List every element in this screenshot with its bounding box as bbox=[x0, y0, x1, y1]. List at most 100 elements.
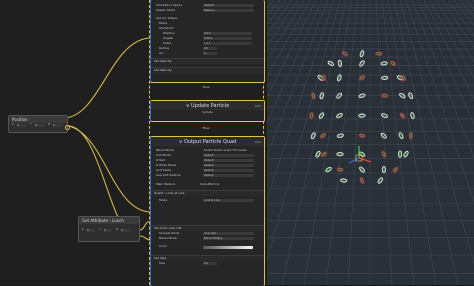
particle-ring bbox=[341, 179, 346, 182]
particle-ring bbox=[320, 151, 328, 157]
position-x-label: X bbox=[12, 123, 14, 126]
particle-ring bbox=[325, 166, 332, 173]
color-row-2[interactable]: Color bbox=[151, 244, 264, 249]
init-row-9[interactable]: Arc 0 bbox=[151, 51, 264, 56]
output-row-dropdown[interactable]: Default bbox=[203, 169, 254, 172]
particle-ring bbox=[358, 113, 366, 118]
output-particle-quad-context[interactable]: ∨ Output Particle Quad GPU Blend Mode Ena… bbox=[150, 136, 265, 286]
color-row-label: Blend Mode bbox=[159, 236, 177, 240]
particle-ring bbox=[359, 166, 365, 173]
update-particle-title: ∨ Update Particle bbox=[151, 101, 264, 110]
particle-ring bbox=[359, 177, 365, 184]
position-x-field[interactable]: 0 bbox=[17, 124, 27, 127]
size-field[interactable]: 0.1 bbox=[203, 262, 217, 265]
init-row-1[interactable]: Spawn Mode Balance bbox=[151, 8, 264, 13]
update-gpu-tag: GPU bbox=[254, 104, 261, 108]
scene-viewport[interactable] bbox=[267, 0, 474, 285]
init-row-label: Spawn Mode bbox=[156, 8, 176, 12]
output-row-dropdown[interactable]: Default bbox=[203, 174, 254, 177]
particle-ring bbox=[340, 178, 348, 183]
main-texture-label: Main Texture bbox=[156, 182, 176, 186]
particle-ring bbox=[318, 112, 325, 119]
main-texture-row[interactable]: Main Texture DefaultParticle bbox=[151, 182, 264, 187]
particle-ring bbox=[315, 150, 321, 158]
orient-block[interactable]: Orient : Look at Line bbox=[151, 190, 264, 196]
output-gpu-tag: GPU bbox=[254, 140, 261, 144]
position-y-field[interactable]: 0 bbox=[35, 124, 45, 127]
color-row-label: Color bbox=[159, 244, 167, 248]
color-row-dropdown[interactable]: Over Life bbox=[203, 232, 254, 235]
init-row-dropdown[interactable]: Default bbox=[203, 4, 254, 7]
output-row-5[interactable]: Use Soft Particle Default bbox=[151, 173, 264, 178]
context-accent bbox=[150, 101, 151, 121]
size-row[interactable]: Size 0.1 bbox=[151, 261, 264, 266]
particle-ring bbox=[337, 153, 343, 156]
particle-ring bbox=[410, 112, 415, 120]
output-row-toggle[interactable]: Enable Shader Graph VFX Assets bbox=[203, 149, 254, 152]
particle-ring bbox=[359, 50, 365, 58]
init-vector-field[interactable]: 0 90 0 bbox=[203, 37, 252, 40]
flow-label-bottom: Flow bbox=[202, 126, 210, 130]
size-label: Size bbox=[159, 261, 166, 265]
particle-ring bbox=[382, 167, 386, 172]
particle-ring bbox=[338, 61, 342, 66]
initialize-context[interactable]: Simulation Space Default Spawn Mode Balanc… bbox=[150, 0, 265, 83]
set-velocity-block-2[interactable]: Set Velocity bbox=[151, 67, 264, 73]
getattr-x-label: X bbox=[82, 228, 84, 231]
particle-ring bbox=[381, 150, 387, 158]
init-number-field[interactable]: 0 bbox=[203, 52, 217, 55]
update-row: Update bbox=[202, 110, 213, 114]
particle-ring bbox=[380, 61, 388, 66]
get-attribute-node[interactable]: Get Attribute : Lunch X 0 Y 0 Z 0 bbox=[78, 216, 140, 242]
position-node[interactable]: Position X 0 Y 0 Z 0 bbox=[8, 115, 70, 133]
particle-ring bbox=[392, 166, 399, 173]
particle-ring bbox=[398, 132, 404, 140]
output-row-dropdown[interactable]: Default bbox=[203, 154, 254, 157]
particle-ring bbox=[381, 165, 386, 174]
update-particle-context[interactable]: ∨ Update Particle GPU Update bbox=[150, 100, 265, 122]
orient-mode-dropdown[interactable]: Look at Line bbox=[203, 199, 254, 202]
position-node-title: Position bbox=[9, 116, 67, 123]
particle-ring bbox=[381, 75, 389, 80]
particle-ring bbox=[399, 112, 406, 119]
init-row-label: Arc bbox=[159, 51, 164, 55]
orient-mode-label: Mode bbox=[159, 198, 168, 202]
particle-ring bbox=[398, 152, 402, 157]
particle-ring bbox=[336, 167, 344, 172]
output-row-dropdown[interactable]: Default bbox=[203, 159, 254, 162]
getattr-z-label: Z bbox=[116, 228, 118, 231]
position-z-field[interactable]: 0 bbox=[53, 124, 63, 127]
update-title-text: Update Particle bbox=[191, 103, 230, 109]
output-title-text: Output Particle Quad bbox=[183, 139, 237, 145]
get-attribute-title: Get Attribute : Lunch bbox=[79, 217, 139, 224]
getattr-y-field[interactable]: 0 bbox=[104, 229, 112, 232]
position-z-label: Z bbox=[48, 123, 50, 126]
main-texture-field[interactable]: DefaultParticle bbox=[199, 183, 250, 186]
init-number-field[interactable]: 0.5 bbox=[203, 47, 217, 50]
color-gradient-field[interactable] bbox=[203, 245, 253, 249]
output-context-title: ∨ Output Particle Quad bbox=[151, 137, 264, 146]
position-y-label: Y bbox=[30, 123, 32, 126]
scene-grid bbox=[267, 0, 474, 285]
init-row-dropdown[interactable]: Balance bbox=[203, 9, 254, 12]
init-vector-field[interactable]: 1 1 1 bbox=[203, 42, 252, 45]
particle-ring bbox=[359, 114, 365, 117]
output-row-dropdown[interactable]: Default bbox=[203, 164, 254, 167]
vfx-graph-canvas[interactable]: Position X 0 Y 0 Z 0 Get Attribute : Lun… bbox=[0, 0, 267, 286]
particle-ring bbox=[358, 133, 366, 138]
particle-ring bbox=[403, 150, 409, 158]
flow-label-top: Flow bbox=[202, 85, 210, 89]
getattr-x-field[interactable]: 0 bbox=[87, 229, 95, 232]
position-output-port[interactable] bbox=[65, 125, 70, 130]
getattr-z-field[interactable]: 0 bbox=[121, 229, 129, 232]
init-vector-field[interactable]: 0 0 0 bbox=[203, 32, 252, 35]
output-row-label: Use Soft Particle bbox=[156, 173, 181, 177]
getattr-y-label: Y bbox=[99, 228, 101, 231]
particle-ring bbox=[309, 111, 314, 120]
particle-ring bbox=[336, 113, 343, 119]
particle-ring bbox=[398, 150, 403, 158]
color-row-dropdown[interactable]: Blend Multiply bbox=[203, 237, 254, 240]
particle-ring bbox=[310, 113, 313, 118]
color-row-1[interactable]: Blend Mode Blend Multiply bbox=[151, 236, 264, 241]
orient-mode-row[interactable]: Mode Look at Line bbox=[151, 198, 264, 203]
